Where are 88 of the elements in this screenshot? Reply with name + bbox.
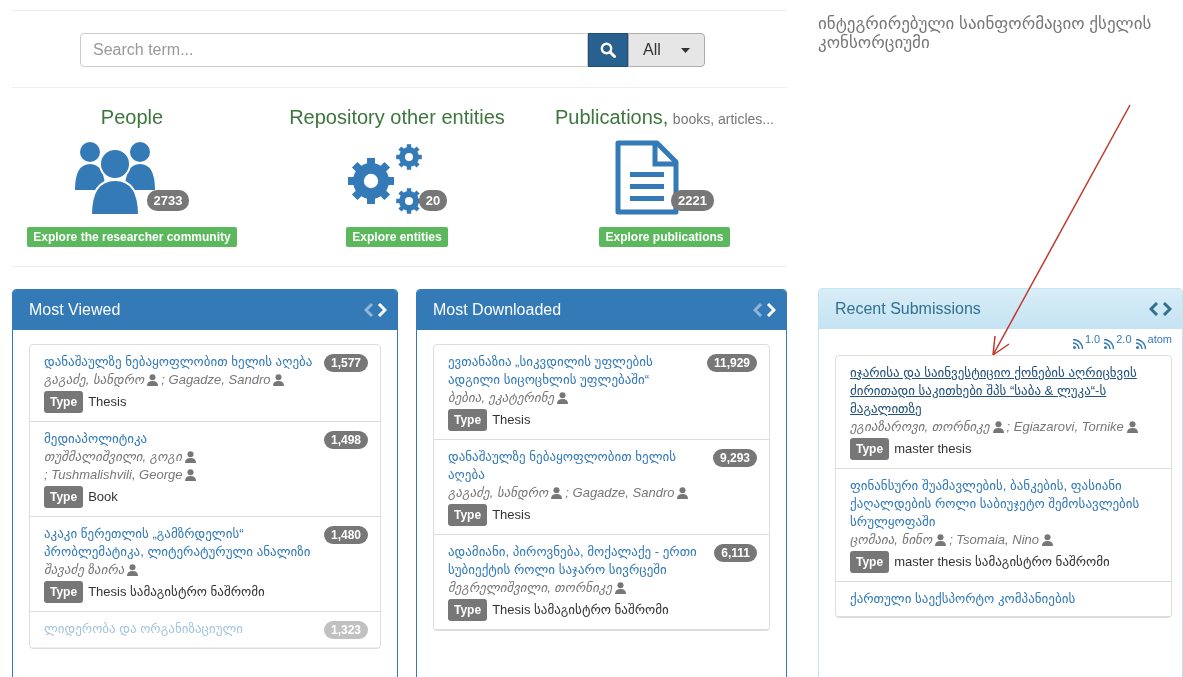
count-badge: 11,929 [706, 354, 757, 372]
type-value: Book [88, 488, 118, 506]
author-name: მეგრელიშვილი, თორნიკე [448, 579, 613, 597]
person-icon [557, 392, 569, 404]
count-badge: 9,293 [712, 449, 757, 467]
type-label: Type [850, 438, 890, 460]
author-name: გაგაძე, სანდრო [44, 371, 145, 389]
author-name: ეგიაზაროვი, თორნიკე [850, 418, 990, 436]
person-icon [1126, 421, 1138, 433]
previous-icon[interactable] [1149, 302, 1159, 316]
author-name: ; Egiazarovi, Tornike [1006, 418, 1124, 436]
scope-dropdown[interactable]: All [628, 33, 705, 67]
type-value: Thesis [492, 506, 531, 524]
search-field[interactable]: Search term... [80, 33, 588, 67]
rss-icon [1135, 339, 1146, 349]
count-badge: 1,577 [323, 354, 368, 372]
panel-title: Most Downloaded [433, 301, 562, 319]
document-icon [615, 140, 680, 215]
author-name: შავაძე ზაირა [44, 561, 125, 579]
count-badge: 6,111 [714, 544, 757, 562]
count-badge: 20 [418, 190, 448, 211]
consortium-name: ინტეგრირებული საინფორმაციო ქსელის [818, 14, 1153, 33]
person-icon [273, 374, 285, 386]
author-name: თუშმალიშვილი, გოგი [44, 448, 182, 466]
person-icon [992, 421, 1004, 433]
item-title-link[interactable]: ფინანსური შუამავლების, ბანკების, ფასიანი ქაღალდების როლი საბიუჯეტო შემოსავლების სრულყოფაში [850, 477, 1159, 531]
explore-button[interactable]: Explore entities [346, 227, 448, 247]
search-icon [600, 42, 616, 58]
explore-button[interactable]: Explore publications [599, 227, 730, 247]
panel-title: Recent Submissions [835, 300, 981, 318]
type-label: Type [44, 486, 84, 508]
count-badge: 1,480 [323, 526, 368, 544]
author-name: ; Tushmalishvili, George [44, 466, 183, 484]
feed-link[interactable]: 1.0 [1084, 333, 1101, 345]
type-label: Type [44, 391, 84, 413]
author-name: ; Gagadze, Sandro [161, 371, 271, 389]
feed-link[interactable]: 2.0 [1116, 333, 1132, 345]
author-name: ბებია, ეკატერინე [448, 389, 555, 407]
rss-icon [1104, 339, 1115, 349]
type-value: Thesis [492, 411, 531, 429]
item-title-link[interactable]: დანაშაულზე ნებაყოფლობით ხელის აღება [448, 448, 707, 484]
person-icon [935, 534, 947, 546]
author-name: გაგაძე, სანდრო [448, 484, 549, 502]
type-value: Thesis სამაგისტრო ნაშრომი [492, 601, 669, 619]
type-value: master thesis სამაგისტრო ნაშრომი [894, 553, 1110, 571]
person-icon [551, 487, 563, 499]
item-title-link[interactable]: ადამიანი, პიროვნება, მოქალაქე - ერთი სუბიექტის როლი საჯარო სივრცეში [448, 543, 709, 579]
type-value: Thesis სამაგისტრო ნაშრომი [88, 583, 265, 601]
count-badge: 1,498 [323, 431, 368, 449]
author-name: ; Gagadze, Sandro [565, 484, 675, 502]
person-icon [677, 487, 689, 499]
section-title: People [100, 106, 164, 128]
panel-title: Most Viewed [29, 301, 121, 319]
section-title: Repository other entities [289, 106, 505, 128]
section-title: Publications, [555, 106, 669, 128]
type-value: Thesis [88, 393, 127, 411]
rss-icon [1072, 339, 1083, 349]
type-label: Type [44, 581, 84, 603]
type-label: Type [448, 504, 488, 526]
person-icon [147, 374, 159, 386]
section-subtitle: books, articles... [672, 111, 774, 127]
item-title-link[interactable]: იჯარისა და საინვესტიციო ქონების აღრიცხვის ძირითადი საკითხები შპს “საბა & ლუკა“-ს მაგალითზე [850, 364, 1159, 418]
explore-button[interactable]: Explore the researcher community [27, 227, 237, 247]
type-label: Type [448, 409, 488, 431]
caret-icon [680, 47, 690, 53]
type-label: Type [850, 551, 890, 573]
person-icon [615, 582, 627, 594]
item-title-link[interactable]: აკაკი წერეთლის „გამზრდელის“ პრობლემატიკა, ლიტერატურული ანალიზი [44, 525, 318, 561]
count-badge: 1,323 [323, 621, 368, 639]
person-icon [1042, 534, 1053, 546]
person-icon [127, 564, 139, 576]
person-icon [185, 469, 197, 481]
count-badge: 2221 [671, 190, 714, 211]
people-icon [74, 140, 155, 215]
author-name: ; Tsomaia, Nino [949, 531, 1039, 549]
type-label: Type [448, 599, 488, 621]
next-icon[interactable] [1162, 302, 1172, 316]
item-title-link[interactable]: ქართული საექსპორტო კომპანიების [850, 590, 1159, 608]
author-name: ცომაია, ნინო [850, 531, 933, 549]
count-badge: 2733 [146, 190, 190, 211]
item-title-link[interactable]: მედიაპოლიტიკა [44, 430, 318, 448]
search-button[interactable] [588, 33, 628, 67]
person-icon [184, 451, 196, 463]
type-value: master thesis [894, 440, 972, 458]
feed-link[interactable]: atom [1147, 333, 1172, 345]
item-title-link[interactable]: დანაშაულზე ნებაყოფლობით ხელის აღება [44, 353, 318, 371]
item-title-link[interactable]: ევთანაზია „სიკვდილის უფლების ადგილი სიცოცხლის უფლებაში“ [448, 353, 701, 389]
consortium-name: კონსორციუმი [818, 33, 930, 52]
